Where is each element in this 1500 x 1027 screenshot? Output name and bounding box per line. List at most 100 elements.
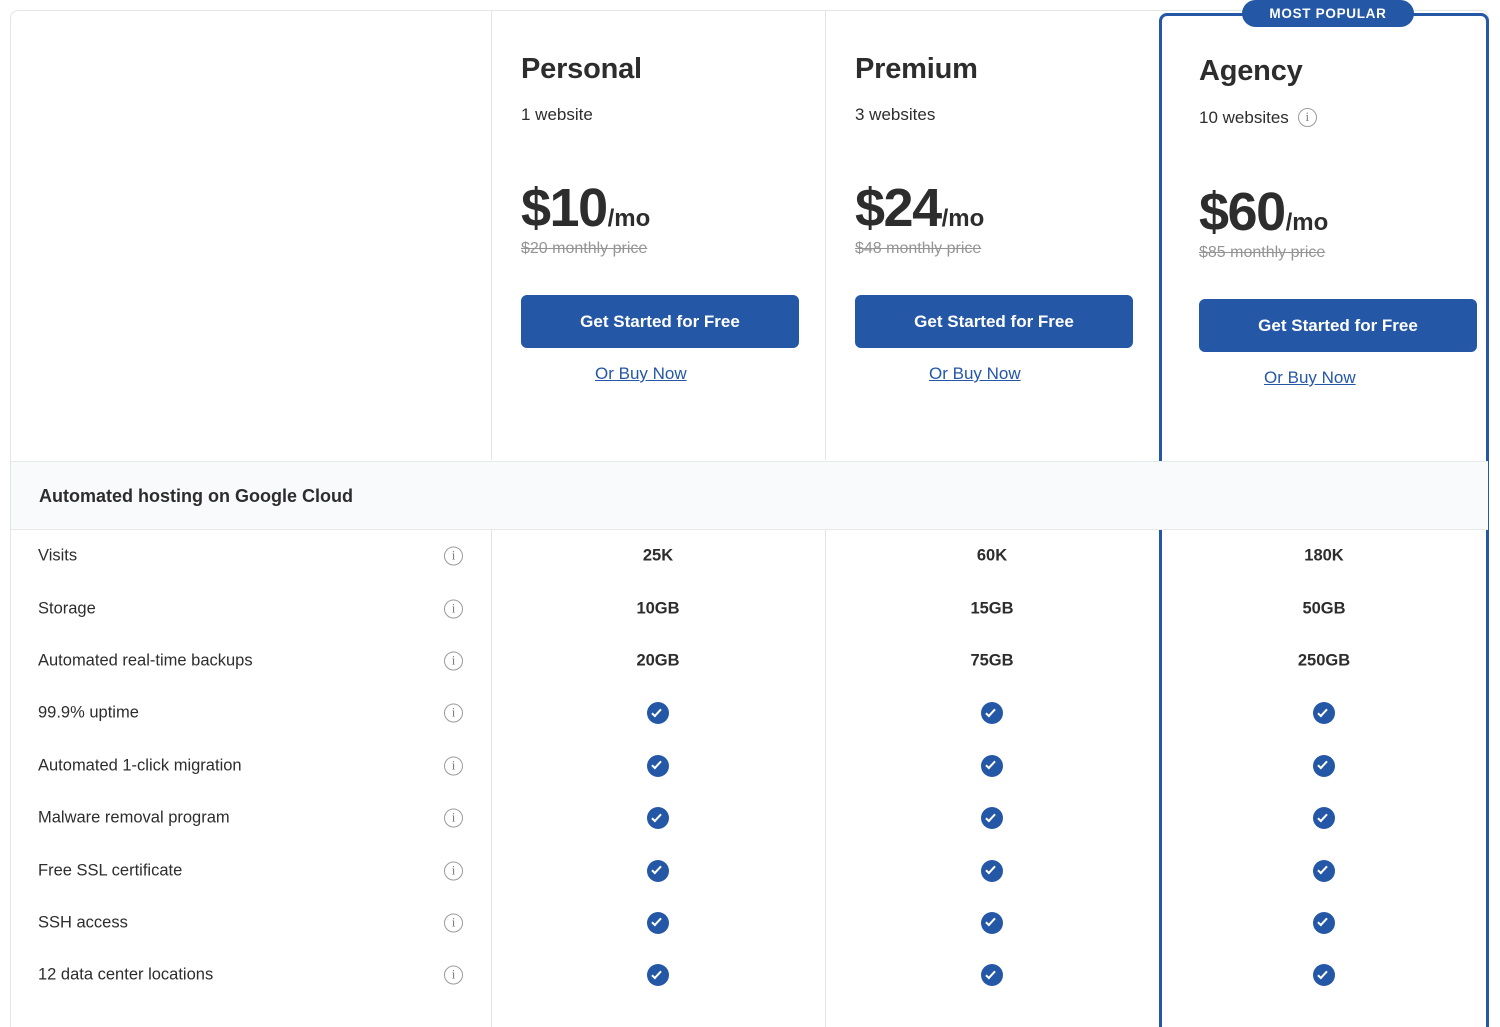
feature-label: Free SSL certificate [38, 861, 183, 880]
check-circle-icon [981, 911, 1003, 934]
plan-price-amount: $24 [855, 178, 942, 238]
most-popular-badge: MOST POPULAR [1242, 0, 1414, 27]
check-circle-icon [1313, 911, 1335, 934]
feature-row: Free SSL certificate [10, 844, 1489, 896]
feature-label: Automated 1-click migration [38, 756, 242, 775]
feature-rows: Visits 25K 60K 180K Storage 10GB 15GB 50GB Autom… [10, 530, 1489, 1027]
feature-value-premium: 15GB [970, 599, 1014, 618]
plans-header-row: Personal 1 website $10 /mo $20 monthly p… [10, 10, 1489, 460]
check-circle-icon [1313, 702, 1335, 725]
info-icon[interactable] [444, 861, 463, 881]
check-circle-icon [647, 754, 669, 777]
plan-card-personal: Personal 1 website $10 /mo $20 monthly p… [491, 10, 825, 460]
plan-price: $60 /mo [1199, 185, 1489, 239]
feature-value-agency: 50GB [1302, 599, 1346, 618]
feature-value-premium [825, 702, 1159, 725]
check-circle-icon [647, 702, 669, 725]
plan-websites-label: 1 website [521, 105, 593, 124]
check-circle-icon [647, 807, 669, 830]
feature-row: Automated 1-click migration [10, 740, 1489, 792]
feature-value-agency [1159, 754, 1489, 777]
check-circle-icon [1313, 807, 1335, 830]
feature-label: 99.9% uptime [38, 703, 139, 722]
feature-row: 12 data center locations [10, 949, 1489, 1001]
feature-value-personal [491, 702, 825, 725]
plan-old-price: $48 monthly price [855, 240, 982, 257]
check-circle-icon [981, 859, 1003, 882]
plan-card-premium: Premium 3 websites $24 /mo $48 monthly p… [825, 10, 1159, 460]
feature-label: Malware removal program [38, 808, 230, 827]
feature-value-agency [1159, 911, 1489, 934]
plan-websites: 3 websites [855, 106, 1159, 123]
buy-now-link-agency[interactable]: Or Buy Now [1264, 368, 1356, 388]
feature-value-agency [1159, 702, 1489, 725]
feature-value-personal [491, 964, 825, 987]
feature-label: Storage [38, 599, 96, 618]
check-circle-icon [1313, 964, 1335, 987]
buy-now-link-premium[interactable]: Or Buy Now [929, 364, 1021, 384]
get-started-button-agency[interactable]: Get Started for Free [1199, 299, 1477, 352]
plan-websites: 1 website [521, 106, 825, 123]
check-circle-icon [981, 807, 1003, 830]
feature-value-personal: 10GB [636, 599, 680, 618]
plan-name: Agency [1199, 55, 1303, 87]
feature-value-premium: 60K [976, 546, 1008, 565]
feature-row: Storage 10GB 15GB 50GB [10, 582, 1489, 634]
feature-value-premium [825, 964, 1159, 987]
check-circle-icon [647, 964, 669, 987]
feature-row: 99.9% uptime [10, 687, 1489, 739]
feature-value-premium [825, 859, 1159, 882]
info-icon[interactable] [444, 599, 463, 619]
feature-value-premium: 75GB [970, 651, 1014, 670]
buy-now-link-personal[interactable]: Or Buy Now [595, 364, 687, 384]
feature-value-personal [491, 807, 825, 830]
check-circle-icon [981, 964, 1003, 987]
feature-value-premium [825, 807, 1159, 830]
plan-old-price: $85 monthly price [1199, 244, 1326, 261]
section-header-title: Automated hosting on Google Cloud [39, 486, 353, 506]
feature-value-agency: 180K [1304, 546, 1344, 565]
plan-price-period: /mo [941, 205, 985, 232]
feature-row: Visits 25K 60K 180K [10, 530, 1489, 582]
check-circle-icon [981, 702, 1003, 725]
info-icon[interactable] [444, 965, 463, 985]
feature-value-personal [491, 859, 825, 882]
info-icon[interactable] [444, 808, 463, 828]
feature-value-premium [825, 754, 1159, 777]
plan-websites-label: 10 websites [1199, 108, 1289, 127]
plan-name: Premium [855, 53, 978, 85]
plan-price-amount: $10 [521, 178, 608, 238]
feature-label: Automated real-time backups [38, 651, 253, 670]
section-header-band: Automated hosting on Google Cloud [11, 461, 1488, 530]
get-started-button-premium[interactable]: Get Started for Free [855, 295, 1133, 348]
check-circle-icon [1313, 859, 1335, 882]
feature-value-personal [491, 754, 825, 777]
info-icon[interactable] [444, 756, 463, 776]
plan-price: $24 /mo [855, 181, 1159, 235]
plan-price: $10 /mo [521, 181, 825, 235]
feature-label: 12 data center locations [38, 965, 214, 984]
check-circle-icon [647, 911, 669, 934]
feature-value-premium [825, 911, 1159, 934]
info-icon[interactable] [444, 546, 463, 566]
plan-websites-label: 3 websites [855, 105, 936, 124]
feature-label: Visits [38, 546, 78, 565]
check-circle-icon [981, 754, 1003, 777]
feature-value-personal: 20GB [636, 651, 680, 670]
pricing-table-page: Personal 1 website $10 /mo $20 monthly p… [0, 0, 1500, 1027]
feature-value-agency [1159, 859, 1489, 882]
plan-price-amount: $60 [1199, 182, 1286, 242]
check-circle-icon [1313, 754, 1335, 777]
feature-value-agency [1159, 964, 1489, 987]
info-icon[interactable] [444, 651, 463, 671]
plan-websites: 10 websites [1199, 108, 1489, 127]
plan-old-price: $20 monthly price [521, 240, 648, 257]
check-circle-icon [647, 859, 669, 882]
plan-price-period: /mo [607, 205, 651, 232]
feature-value-personal: 25K [642, 546, 674, 565]
info-icon[interactable] [444, 913, 463, 933]
info-icon[interactable] [444, 703, 463, 723]
get-started-button-personal[interactable]: Get Started for Free [521, 295, 799, 348]
feature-value-personal [491, 911, 825, 934]
info-icon[interactable] [1297, 108, 1317, 127]
